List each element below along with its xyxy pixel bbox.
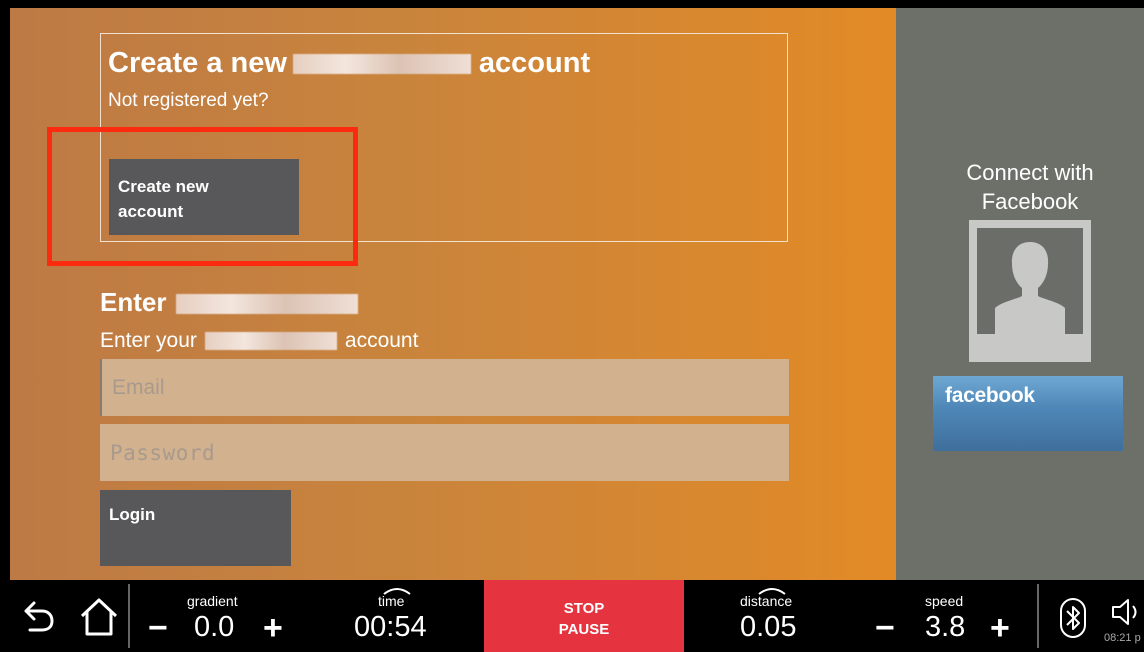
back-icon[interactable]: [20, 597, 56, 635]
silhouette-icon: [995, 242, 1065, 334]
login-subtitle-end: account: [344, 329, 419, 352]
create-button-label-line2: account: [118, 202, 184, 221]
login-title-text: Enter: [100, 287, 167, 317]
speed-label: speed: [925, 593, 964, 609]
connect-line2: Facebook: [981, 189, 1079, 214]
speed-minus-button[interactable]: −: [875, 611, 895, 645]
speed-plus-button[interactable]: +: [990, 611, 1010, 645]
bluetooth-icon[interactable]: [1060, 598, 1086, 638]
screen: Create a new account Not registered yet? …: [0, 0, 1144, 652]
redacted-brand: [204, 332, 337, 351]
login-title: Enter: [100, 287, 359, 318]
volume-icon[interactable]: [1110, 597, 1142, 627]
gradient-value: 0.0: [194, 611, 235, 643]
facebook-button[interactable]: facebook: [933, 376, 1123, 451]
avatar-placeholder-icon: [977, 228, 1083, 334]
time-value: 00:54: [354, 611, 427, 643]
not-registered-text: Not registered yet?: [108, 90, 269, 111]
distance-value: 0.05: [740, 611, 797, 643]
email-field[interactable]: [100, 359, 789, 416]
login-subtitle-start: Enter your: [100, 329, 197, 352]
redacted-brand: [176, 294, 359, 315]
time-label: time: [378, 593, 405, 609]
create-title-end: account: [478, 47, 591, 79]
login-button[interactable]: Login: [100, 490, 291, 566]
create-button-label-line1: Create new: [118, 177, 209, 196]
connect-facebook-text: Connect with Facebook: [930, 158, 1130, 216]
distance-label: distance: [740, 593, 793, 609]
create-title-start: Create a new: [108, 47, 287, 79]
redacted-brand: [292, 54, 471, 75]
clock-text: 08:21 p: [1104, 632, 1141, 644]
gradient-plus-button[interactable]: +: [263, 611, 283, 645]
login-subtitle: Enter your account: [100, 329, 418, 353]
pause-label: PAUSE: [558, 621, 610, 638]
home-icon[interactable]: [78, 596, 120, 638]
create-account-title: Create a new account: [108, 47, 590, 80]
stop-pause-button[interactable]: STOP PAUSE: [484, 580, 684, 652]
password-field[interactable]: [100, 424, 789, 481]
separator: [1037, 584, 1039, 648]
separator: [128, 584, 130, 648]
gradient-label: gradient: [187, 593, 238, 609]
speed-value: 3.8: [925, 611, 966, 643]
gradient-minus-button[interactable]: −: [148, 611, 168, 645]
create-new-account-button[interactable]: Create new account: [109, 159, 299, 235]
connect-line1: Connect with: [966, 160, 1094, 185]
facebook-avatar: [969, 220, 1091, 362]
stop-label: STOP: [563, 600, 605, 617]
